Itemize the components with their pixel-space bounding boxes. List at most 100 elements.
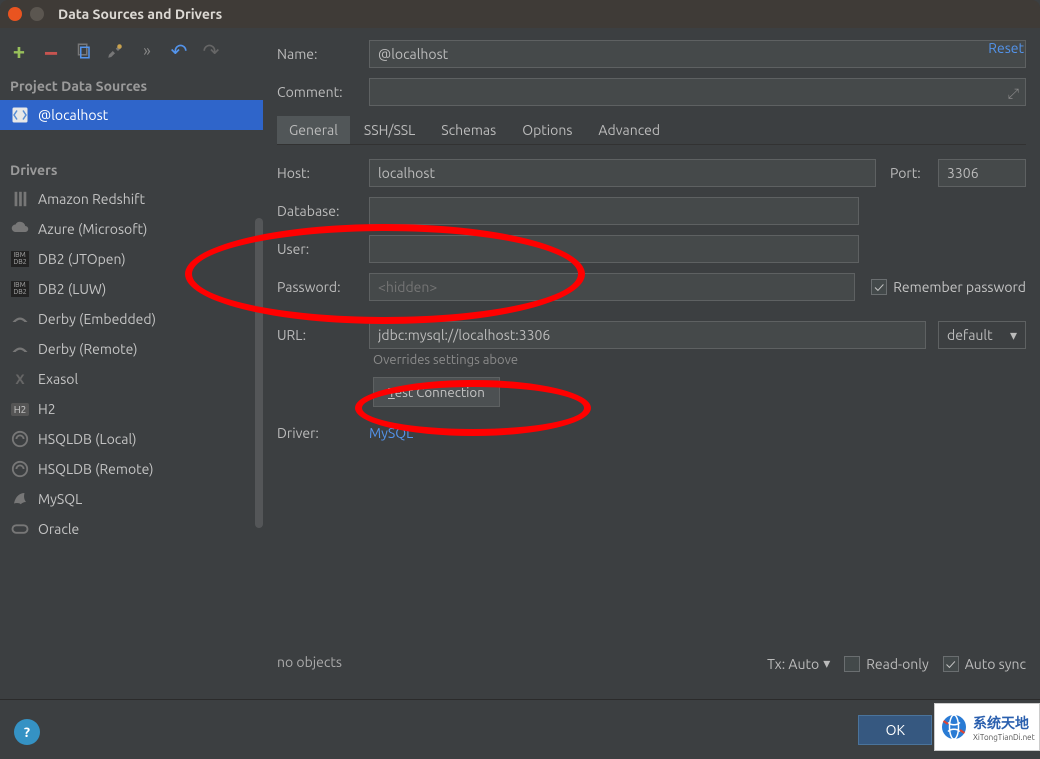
db2-icon: IBMDB2 bbox=[10, 249, 30, 269]
details-panel: Reset Name: Comment: ⤢ General SSH/SSL S… bbox=[263, 28, 1040, 678]
section-project-data-sources: Project Data Sources bbox=[0, 72, 263, 100]
readonly-checkbox[interactable]: Read-only bbox=[844, 656, 928, 672]
driver-item-derby-embedded[interactable]: Derby (Embedded) bbox=[0, 304, 263, 334]
checkbox-icon bbox=[943, 656, 959, 672]
url-input[interactable] bbox=[369, 321, 926, 349]
undo-icon[interactable]: ↶ bbox=[168, 40, 190, 62]
driver-item-hsqldb-local[interactable]: HSQLDB (Local) bbox=[0, 424, 263, 454]
checkbox-icon bbox=[871, 279, 887, 295]
tx-dropdown[interactable]: Tx: Auto ▾ bbox=[767, 655, 830, 672]
driver-label: HSQLDB (Local) bbox=[38, 431, 137, 447]
url-label: URL: bbox=[277, 327, 363, 343]
tabs: General SSH/SSL Schemas Options Advanced bbox=[277, 116, 1026, 145]
footer-controls: Tx: Auto ▾ Read-only Auto sync bbox=[767, 655, 1026, 672]
hsqldb-icon bbox=[10, 429, 30, 449]
ok-button[interactable]: OK bbox=[858, 715, 932, 745]
remember-password-checkbox[interactable]: Remember password bbox=[871, 279, 1026, 295]
tab-advanced[interactable]: Advanced bbox=[586, 116, 672, 144]
sidebar: + − » ↶ ↷ Project Data Sources @localhos… bbox=[0, 28, 263, 678]
mysql-icon bbox=[10, 489, 30, 509]
comment-input[interactable]: ⤢ bbox=[369, 78, 1026, 106]
tab-ssh-ssl[interactable]: SSH/SSL bbox=[352, 116, 427, 144]
button-bar: ? OK Cancel bbox=[0, 699, 1040, 759]
driver-label: Derby (Remote) bbox=[38, 341, 138, 357]
host-input[interactable] bbox=[369, 159, 876, 187]
driver-item-azure[interactable]: Azure (Microsoft) bbox=[0, 214, 263, 244]
status-text: no objects bbox=[277, 654, 342, 670]
driver-item-derby-remote[interactable]: Derby (Remote) bbox=[0, 334, 263, 364]
more-icon[interactable]: » bbox=[136, 40, 158, 62]
driver-label: Driver: bbox=[277, 425, 363, 441]
datasource-label: @localhost bbox=[38, 107, 108, 123]
driver-item-db2-luw[interactable]: IBMDB2 DB2 (LUW) bbox=[0, 274, 263, 304]
driver-label: H2 bbox=[38, 401, 56, 417]
copy-icon[interactable] bbox=[72, 40, 94, 62]
exasol-icon: X bbox=[10, 369, 30, 389]
db2-icon: IBMDB2 bbox=[10, 279, 30, 299]
port-label: Port: bbox=[890, 165, 932, 181]
scrollbar[interactable] bbox=[255, 218, 263, 528]
window-title: Data Sources and Drivers bbox=[58, 6, 222, 22]
title-bar: Data Sources and Drivers bbox=[0, 0, 1040, 28]
user-input[interactable] bbox=[369, 235, 859, 263]
window-close-button[interactable] bbox=[8, 7, 22, 21]
hsqldb-icon bbox=[10, 459, 30, 479]
remove-icon[interactable]: − bbox=[40, 40, 62, 62]
driver-link[interactable]: MySQL bbox=[369, 425, 413, 441]
tab-general[interactable]: General bbox=[277, 116, 350, 144]
main-container: + − » ↶ ↷ Project Data Sources @localhos… bbox=[0, 28, 1040, 678]
chevron-down-icon: ▾ bbox=[1010, 327, 1017, 344]
redshift-icon bbox=[10, 189, 30, 209]
driver-label: Exasol bbox=[38, 371, 78, 387]
driver-item-db2-jtopen[interactable]: IBMDB2 DB2 (JTOpen) bbox=[0, 244, 263, 274]
watermark-url: XiTongTianDi.net bbox=[973, 733, 1035, 742]
database-icon bbox=[10, 105, 30, 125]
driver-label: Derby (Embedded) bbox=[38, 311, 156, 327]
help-button[interactable]: ? bbox=[14, 719, 40, 745]
name-input[interactable] bbox=[369, 40, 1026, 68]
driver-label: MySQL bbox=[38, 491, 82, 507]
add-icon[interactable]: + bbox=[8, 40, 30, 62]
driver-label: Oracle bbox=[38, 521, 79, 537]
reset-link[interactable]: Reset bbox=[988, 40, 1024, 56]
remember-label: Remember password bbox=[893, 279, 1026, 295]
driver-item-amazon-redshift[interactable]: Amazon Redshift bbox=[0, 184, 263, 214]
watermark: 系统天地XiTongTianDi.net bbox=[934, 703, 1040, 751]
tab-schemas[interactable]: Schemas bbox=[429, 116, 508, 144]
password-input[interactable] bbox=[369, 273, 855, 301]
url-mode-dropdown[interactable]: default ▾ bbox=[938, 321, 1026, 349]
driver-label: Azure (Microsoft) bbox=[38, 221, 147, 237]
drivers-list: Amazon Redshift Azure (Microsoft) IBMDB2… bbox=[0, 184, 263, 544]
watermark-title: 系统天地 bbox=[973, 713, 1035, 733]
oracle-icon bbox=[10, 519, 30, 539]
password-label: Password: bbox=[277, 279, 363, 295]
redo-icon[interactable]: ↷ bbox=[200, 40, 222, 62]
sidebar-toolbar: + − » ↶ ↷ bbox=[0, 36, 263, 72]
url-mode-label: default bbox=[947, 327, 993, 343]
database-label: Database: bbox=[277, 203, 363, 219]
driver-item-exasol[interactable]: X Exasol bbox=[0, 364, 263, 394]
driver-label: DB2 (JTOpen) bbox=[38, 251, 126, 267]
expand-icon[interactable]: ⤢ bbox=[1008, 85, 1019, 102]
h2-icon: H2 bbox=[10, 399, 30, 419]
name-label: Name: bbox=[277, 46, 363, 62]
settings-icon[interactable] bbox=[104, 40, 126, 62]
tab-options[interactable]: Options bbox=[510, 116, 584, 144]
comment-label: Comment: bbox=[277, 84, 363, 100]
url-hint: Overrides settings above bbox=[373, 353, 1026, 367]
section-drivers: Drivers bbox=[0, 156, 263, 184]
driver-item-hsqldb-remote[interactable]: HSQLDB (Remote) bbox=[0, 454, 263, 484]
port-input[interactable] bbox=[938, 159, 1026, 187]
autosync-checkbox[interactable]: Auto sync bbox=[943, 656, 1026, 672]
driver-item-h2[interactable]: H2 H2 bbox=[0, 394, 263, 424]
datasource-item-localhost[interactable]: @localhost bbox=[0, 100, 263, 130]
derby-icon bbox=[10, 309, 30, 329]
azure-icon bbox=[10, 219, 30, 239]
window-minimize-button[interactable] bbox=[30, 7, 44, 21]
driver-item-oracle[interactable]: Oracle bbox=[0, 514, 263, 544]
driver-item-mysql[interactable]: MySQL bbox=[0, 484, 263, 514]
database-input[interactable] bbox=[369, 197, 859, 225]
test-connection-button[interactable]: Test Connection bbox=[373, 377, 500, 407]
checkbox-icon bbox=[844, 656, 860, 672]
driver-label: HSQLDB (Remote) bbox=[38, 461, 154, 477]
